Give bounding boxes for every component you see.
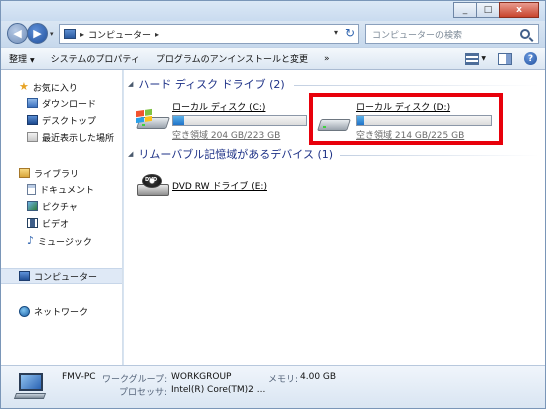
organize-menu[interactable]: 整理 ▼ — [1, 52, 43, 65]
computer-icon — [13, 373, 47, 401]
pictures-icon — [27, 201, 38, 211]
section-header-hard-disks[interactable]: ◢ ハード ディスク ドライブ (2) — [124, 77, 285, 91]
processor-value: Intel(R) Core(TM)2 ... — [171, 385, 266, 395]
sidebar-item-label: ドキュメント — [40, 185, 95, 196]
back-button[interactable]: ◀ — [7, 23, 28, 44]
documents-icon — [27, 183, 36, 195]
address-row: ◀ ▶ ▾ ▸ コンピューター ▸ ▾ ↻ コンピューターの検索 — [1, 21, 545, 47]
help-icon[interactable]: ? — [524, 52, 537, 65]
section-header-removable[interactable]: ◢ リムーバブル記憶域があるデバイス (1) — [124, 147, 333, 161]
processor-label: プロセッサ: — [119, 388, 168, 398]
breadcrumb-chevron-icon[interactable]: ▸ — [80, 30, 84, 39]
collapse-arrow-icon[interactable]: ◢ — [128, 80, 133, 88]
command-bar: 整理 ▼ システムのプロパティ プログラムのアンインストールと変更 » ▼ ? — [1, 47, 545, 70]
windows-logo-icon — [136, 108, 152, 124]
workgroup-value: WORKGROUP — [171, 372, 232, 382]
close-button[interactable]: x — [499, 2, 539, 18]
star-icon: ★ — [19, 80, 29, 93]
sidebar-item-label: ライブラリ — [34, 169, 80, 180]
sidebar-item-label: 最近表示した場所 — [42, 133, 115, 144]
computer-icon — [64, 29, 76, 39]
collapse-arrow-icon[interactable]: ◢ — [128, 150, 133, 158]
refresh-icon[interactable]: ↻ — [345, 26, 355, 40]
drive-usage-bar — [172, 115, 307, 126]
computer-icon — [19, 271, 30, 281]
sidebar-item-computer[interactable]: コンピューター — [1, 268, 122, 284]
drive-usage-fill — [173, 116, 185, 125]
sidebar-item-label: ビデオ — [42, 219, 70, 230]
view-options-dropdown-icon[interactable]: ▼ — [481, 55, 486, 62]
search-input[interactable]: コンピューターの検索 — [365, 24, 539, 44]
maximize-button[interactable]: □ — [476, 2, 500, 18]
network-icon — [19, 305, 30, 317]
sidebar-item-downloads[interactable]: ダウンロード — [1, 95, 122, 111]
section-title: ハード ディスク ドライブ (2) — [138, 78, 285, 91]
recent-pages-dropdown[interactable]: ▾ — [50, 30, 54, 38]
section-divider — [294, 85, 539, 86]
pc-name: FMV-PC — [62, 372, 96, 382]
dvd-drive-icon: DVD — [136, 174, 170, 200]
caption-buttons: _ □ x — [453, 2, 539, 18]
drive-name: DVD RW ドライブ (E:) — [172, 182, 267, 192]
windows-hard-disk-icon — [136, 108, 170, 134]
title-bar[interactable]: _ □ x — [1, 1, 545, 21]
sidebar-item-recent[interactable]: 最近表示した場所 — [1, 129, 122, 145]
minimize-button[interactable]: _ — [453, 2, 477, 18]
address-bar[interactable]: ▸ コンピューター ▸ ▾ ↻ — [59, 24, 359, 44]
sidebar-item-libraries[interactable]: ライブラリ — [1, 165, 122, 181]
library-icon — [19, 168, 30, 178]
navigation-pane: ★ お気に入り ダウンロード デスクトップ 最近表示した場所 ライブラリ ドキュメ… — [1, 70, 123, 365]
preview-pane-icon[interactable] — [498, 52, 512, 65]
memory-value: 4.00 GB — [300, 372, 337, 382]
more-commands-button[interactable]: » — [316, 54, 338, 64]
breadcrumb-chevron-icon[interactable]: ▸ — [155, 30, 159, 39]
toolbar-right: ▼ ? — [453, 52, 537, 65]
forward-button[interactable]: ▶ — [27, 23, 48, 44]
sidebar-item-documents[interactable]: ドキュメント — [1, 181, 122, 197]
sidebar-item-label: ミュージック — [38, 237, 92, 248]
workgroup-label: ワークグループ: — [102, 375, 168, 385]
sidebar-item-network[interactable]: ネットワーク — [1, 303, 122, 319]
explorer-window: _ □ x ◀ ▶ ▾ ▸ コンピューター ▸ ▾ ↻ コンピューターの検索 整… — [0, 0, 546, 409]
breadcrumb-computer[interactable]: コンピューター — [88, 28, 151, 41]
address-dropdown-icon[interactable]: ▾ — [334, 28, 338, 37]
highlight-annotation-box — [309, 93, 503, 145]
section-divider — [340, 155, 539, 156]
dvd-logo-text: DVD — [145, 177, 158, 183]
chevron-down-icon: ▼ — [30, 57, 35, 64]
sidebar-item-label: デスクトップ — [42, 116, 97, 127]
desktop-icon — [27, 115, 38, 125]
download-folder-icon — [27, 98, 38, 108]
sidebar-item-favorites[interactable]: ★ お気に入り — [1, 79, 122, 95]
system-properties-button[interactable]: システムのプロパティ — [43, 52, 148, 65]
video-icon — [27, 218, 38, 228]
sidebar-item-desktop[interactable]: デスクトップ — [1, 112, 122, 128]
drive-name: ローカル ディスク (C:) — [172, 103, 266, 113]
sidebar-item-pictures[interactable]: ピクチャ — [1, 198, 122, 214]
sidebar-item-label: コンピューター — [34, 272, 98, 283]
organize-label: 整理 — [9, 55, 28, 65]
memory-label: メモリ: — [268, 375, 299, 385]
sidebar-item-music[interactable]: ♪ ミュージック — [1, 233, 122, 249]
search-icon[interactable] — [520, 29, 530, 39]
recent-places-icon — [27, 132, 38, 142]
section-title: リムーバブル記憶域があるデバイス (1) — [138, 148, 334, 161]
sidebar-item-label: ピクチャ — [42, 202, 78, 213]
music-note-icon: ♪ — [27, 234, 35, 247]
sidebar-item-label: ダウンロード — [42, 99, 97, 110]
sidebar-item-videos[interactable]: ビデオ — [1, 215, 122, 231]
drive-free-space: 空き領域 204 GB/223 GB — [172, 131, 281, 141]
sidebar-item-label: ネットワーク — [34, 307, 89, 318]
search-placeholder: コンピューターの検索 — [372, 30, 463, 41]
uninstall-programs-button[interactable]: プログラムのアンインストールと変更 — [148, 52, 316, 65]
change-view-icon[interactable] — [465, 52, 480, 65]
details-pane: FMV-PC ワークグループ: WORKGROUP メモリ: 4.00 GB プ… — [1, 365, 545, 408]
sidebar-item-label: お気に入り — [32, 83, 78, 94]
